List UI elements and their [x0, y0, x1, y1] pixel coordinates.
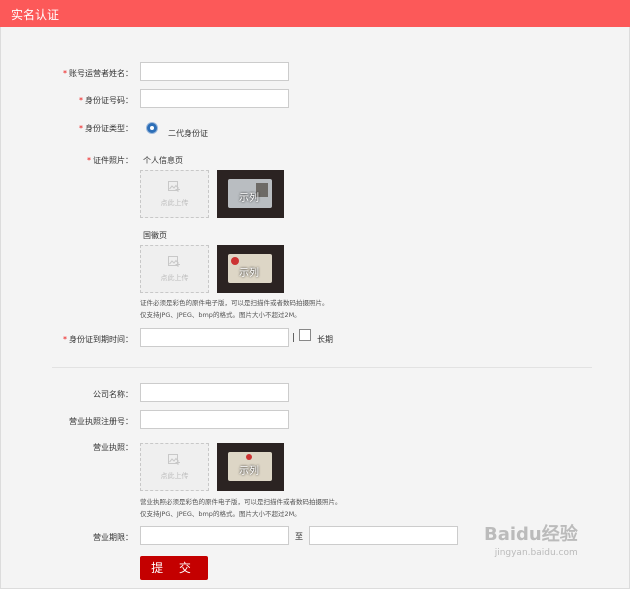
- upload-text: 点此上传: [160, 274, 189, 282]
- front-sample-image: 示列: [217, 170, 284, 218]
- required-mark: *: [87, 156, 91, 165]
- page-title: 实名认证: [11, 8, 60, 22]
- operator-name-label: * 账号运营者姓名：: [63, 69, 133, 78]
- long-term-label: 长期: [317, 335, 333, 344]
- watermark: Baidu经验 jingyan.baidu.com: [484, 520, 578, 558]
- license-note: 营业执照必须是彩色的原件电子版，可以是扫描件或者数码拍摄照片。: [140, 498, 342, 506]
- id-number-input[interactable]: [140, 89, 289, 108]
- required-mark: *: [79, 124, 83, 133]
- long-term-checkbox[interactable]: [299, 329, 311, 341]
- id-number-label: * 身份证号码：: [79, 96, 133, 105]
- page-header: 实名认证: [0, 0, 630, 27]
- period-label: 营业期限：: [93, 533, 133, 542]
- submit-button[interactable]: 提 交: [140, 556, 208, 580]
- id-type-label: * 身份证类型：: [79, 124, 133, 133]
- sample-text: 示列: [239, 268, 259, 279]
- license-reg-input[interactable]: [140, 410, 289, 429]
- back-side-label: 国徽页: [143, 231, 167, 240]
- operator-name-input[interactable]: [140, 62, 289, 81]
- id-type-option: 二代身份证: [168, 129, 208, 138]
- image-upload-icon: [168, 256, 180, 267]
- separator: |: [292, 333, 296, 343]
- watermark-brand: Baidu经验: [484, 524, 578, 545]
- section-divider: [52, 367, 592, 368]
- period-end-input[interactable]: [309, 526, 458, 545]
- license-label: 营业执照：: [93, 443, 133, 452]
- photo-note: 证件必须是彩色的原件电子版，可以是扫描件或者数码拍摄照片。: [140, 299, 329, 307]
- emblem-graphic: [246, 454, 252, 460]
- expiry-label: * 身份证到期时间：: [63, 335, 133, 344]
- sample-text: 示列: [239, 466, 259, 477]
- company-name-input[interactable]: [140, 383, 289, 402]
- watermark-url: jingyan.baidu.com: [494, 548, 578, 558]
- front-side-label: 个人信息页: [143, 156, 183, 165]
- id-type-radio[interactable]: [147, 123, 157, 133]
- upload-text: 点此上传: [160, 199, 189, 207]
- company-name-label: 公司名称：: [93, 390, 133, 399]
- front-upload-box[interactable]: 点此上传: [140, 170, 209, 218]
- period-start-input[interactable]: [140, 526, 289, 545]
- license-note: 仅支持JPG、JPEG、bmp的格式。图片大小不超过2M。: [140, 510, 301, 518]
- expiry-date-input[interactable]: [140, 328, 289, 347]
- upload-text: 点此上传: [160, 472, 189, 480]
- image-upload-icon: [168, 181, 180, 192]
- id-photo-label: * 证件照片：: [87, 156, 133, 165]
- emblem-graphic: [231, 257, 239, 265]
- back-sample-image: 示列: [217, 245, 284, 293]
- back-upload-box[interactable]: 点此上传: [140, 245, 209, 293]
- license-reg-label: 营业执照注册号：: [69, 417, 133, 426]
- required-mark: *: [63, 69, 67, 78]
- license-upload-box[interactable]: 点此上传: [140, 443, 209, 491]
- sample-text: 示列: [239, 193, 259, 204]
- license-sample-image: 示列: [217, 443, 284, 491]
- required-mark: *: [79, 96, 83, 105]
- photo-note: 仅支持JPG、JPEG、bmp的格式。图片大小不超过2M。: [140, 311, 301, 319]
- period-to-text: 至: [295, 532, 303, 541]
- image-upload-icon: [168, 454, 180, 465]
- required-mark: *: [63, 335, 67, 344]
